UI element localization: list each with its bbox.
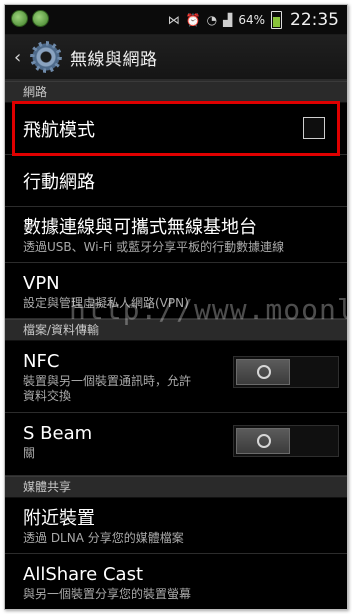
toggle-knob (236, 428, 290, 454)
wifi-icon: ◔ (206, 13, 218, 27)
toggle-knob (236, 359, 290, 385)
s-beam-item[interactable]: S Beam 關 (5, 413, 347, 476)
nfc-toggle[interactable] (233, 356, 339, 388)
status-icons: ⋈ ⏰ ◔ ▟ 64% 22:35 (168, 10, 339, 30)
gear-icon[interactable] (32, 43, 60, 71)
s-beam-toggle[interactable] (233, 425, 339, 457)
tethering-item[interactable]: 數據連線與可攜式無線基地台 透過USB、Wi-Fi 或藍牙分享平板的行動數據連線 (5, 207, 347, 263)
chevron-left-icon[interactable]: ‹ (14, 47, 26, 68)
tethering-label: 數據連線與可攜式無線基地台 (23, 217, 257, 238)
airplane-mode-label: 飛航模式 (23, 119, 95, 141)
vpn-summary: 設定與管理虛擬私人網路(VPN) (23, 296, 189, 310)
nearby-devices-label: 附近裝置 (23, 508, 95, 529)
nfc-summary-line2: 資料交換 (23, 389, 72, 403)
vpn-item[interactable]: VPN 設定與管理虛擬私人網路(VPN) (5, 263, 347, 319)
airplane-mode-item[interactable]: 飛航模式 (5, 103, 347, 155)
notification-app-icon-2 (32, 10, 49, 27)
tethering-summary: 透過USB、Wi-Fi 或藍牙分享平板的行動數據連線 (23, 240, 285, 254)
allshare-cast-summary: 與另一個裝置分享您的裝置螢幕 (23, 587, 192, 601)
action-bar: ‹ 無線與網路 (5, 35, 347, 81)
vpn-label: VPN (23, 273, 60, 294)
allshare-cast-label: AllShare Cast (23, 564, 144, 585)
phone-screen: ⋈ ⏰ ◔ ▟ 64% 22:35 ‹ 無線與網路 網路 飛航模式 行動網路 數… (4, 4, 348, 610)
alarm-icon: ⏰ (185, 13, 201, 27)
nearby-devices-summary: 透過 DLNA 分享您的媒體檔案 (23, 531, 184, 545)
status-bar: ⋈ ⏰ ◔ ▟ 64% 22:35 (5, 5, 347, 35)
section-header-files: 檔案/資料傳輸 (5, 319, 347, 341)
section-header-network: 網路 (5, 81, 347, 103)
nearby-devices-item[interactable]: 附近裝置 透過 DLNA 分享您的媒體檔案 (5, 498, 347, 554)
mobile-network-item[interactable]: 行動網路 (5, 155, 347, 207)
battery-icon (271, 11, 282, 29)
airplane-mode-checkbox[interactable] (303, 117, 325, 139)
mobile-network-label: 行動網路 (23, 171, 95, 193)
page-title: 無線與網路 (70, 49, 158, 70)
notification-app-icon (11, 10, 28, 27)
battery-percent: 64% (238, 13, 265, 27)
vibrate-icon: ⋈ (167, 13, 180, 27)
section-header-media: 媒體共享 (5, 476, 347, 498)
clock: 22:35 (290, 10, 339, 30)
notification-icons (11, 10, 49, 27)
allshare-cast-item[interactable]: AllShare Cast 與另一個裝置分享您的裝置螢幕 (5, 554, 347, 609)
signal-icon: ▟ (223, 13, 233, 27)
nfc-item[interactable]: NFC 裝置與另一個裝置通訊時，允許 資料交換 (5, 341, 347, 413)
